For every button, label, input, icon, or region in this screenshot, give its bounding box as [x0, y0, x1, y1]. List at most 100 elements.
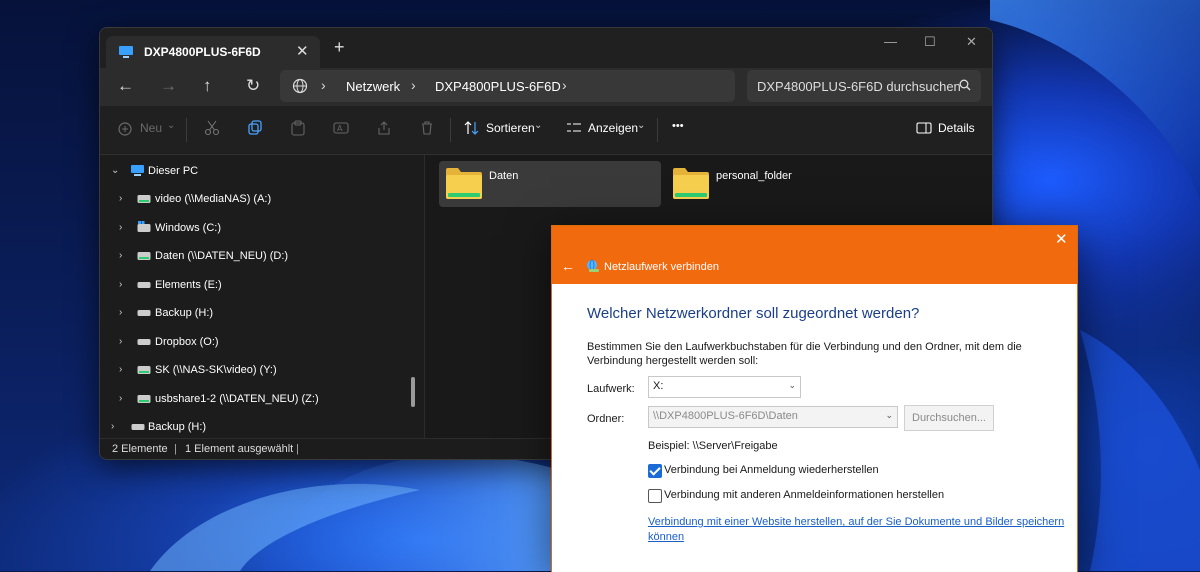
chevron-down-icon[interactable]: ⌄	[111, 165, 119, 176]
tree-label: Backup (H:)	[148, 421, 207, 433]
new-chevron-icon: ⌄	[167, 120, 176, 131]
cut-icon[interactable]	[204, 120, 220, 139]
breadcrumb-dxp4800plus[interactable]: DXP4800PLUS-6F6D	[435, 79, 561, 94]
forward-button[interactable]: →	[160, 76, 177, 96]
drive-select[interactable]: X: ⌄	[648, 376, 801, 398]
back-button[interactable]: ←	[117, 76, 134, 96]
details-pane-icon	[916, 120, 932, 139]
search-placeholder: DXP4800PLUS-6F6D durchsuchen	[757, 79, 961, 94]
tree-label: Daten (\\DATEN_NEU) (D:)	[155, 250, 289, 262]
tree-item-drive[interactable]: › SK (\\NAS-SK\video) (Y:)	[119, 361, 409, 381]
tree-item-drive[interactable]: › Daten (\\DATEN_NEU) (D:)	[119, 247, 409, 267]
details-button[interactable]: Details	[938, 121, 975, 135]
network-drive-icon	[137, 194, 151, 207]
sort-icon	[464, 120, 480, 139]
chevron-right-icon[interactable]: ›	[119, 364, 122, 375]
sort-button[interactable]: Sortieren	[486, 121, 535, 135]
folder-name: personal_folder	[716, 170, 792, 182]
navigation-pane: ⌄ Dieser PC › video (\\MediaNAS) (A:) › …	[100, 155, 423, 438]
chevron-right-icon[interactable]: ›	[119, 193, 122, 204]
network-globe-icon	[292, 78, 308, 97]
more-options-button[interactable]: •••	[672, 120, 684, 132]
new-button[interactable]: Neu	[140, 121, 162, 135]
browse-button[interactable]: Durchsuchen...	[904, 405, 994, 431]
folder-item-personal-folder[interactable]: personal_folder	[666, 161, 888, 207]
tree-label: usbshare1-2 (\\DATEN_NEU) (Z:)	[155, 393, 319, 405]
map-network-drive-dialog: ✕ ← Netzlaufwerk verbinden Welcher Netzw…	[551, 225, 1078, 572]
up-button[interactable]: ↑	[203, 76, 212, 96]
status-divider: |	[296, 443, 299, 455]
tree-item-drive[interactable]: › Backup (H:)	[119, 304, 409, 324]
dialog-title: Netzlaufwerk verbinden	[604, 261, 719, 273]
chevron-right-icon[interactable]: ›	[119, 307, 122, 318]
drive-label: Laufwerk:	[587, 383, 635, 395]
tree-item-backup-h[interactable]: › Backup (H:)	[111, 418, 401, 438]
tree-item-drive[interactable]: › Dropbox (O:)	[119, 333, 409, 353]
chevron-down-icon: ⌄	[885, 410, 893, 420]
other-credentials-checkbox[interactable]	[648, 489, 662, 503]
folder-combo[interactable]: \\DXP4800PLUS-6F6D\Daten ⌄	[648, 406, 898, 428]
dialog-title-bar: ✕ ← Netzlaufwerk verbinden	[552, 226, 1077, 284]
dialog-back-icon[interactable]: ←	[561, 258, 575, 274]
refresh-button[interactable]: ↻	[246, 76, 260, 96]
reconnect-label[interactable]: Verbindung bei Anmeldung wiederherstelle…	[664, 464, 879, 476]
tab-title: DXP4800PLUS-6F6D	[144, 45, 261, 59]
folder-combo-value: \\DXP4800PLUS-6F6D\Daten	[653, 410, 798, 422]
website-connect-link[interactable]: Verbindung mit einer Website herstellen,…	[648, 515, 1068, 545]
toolbar-divider	[186, 118, 187, 142]
sidebar-scrollbar-thumb[interactable]	[411, 377, 415, 407]
share-icon[interactable]	[376, 120, 392, 139]
tab-close-icon[interactable]: ✕	[296, 42, 309, 60]
chevron-right-icon[interactable]: ›	[119, 336, 122, 347]
chevron-down-icon: ⌄	[788, 380, 796, 390]
tree-label: Backup (H:)	[155, 307, 214, 319]
network-drive-icon	[137, 365, 151, 378]
chevron-right-icon[interactable]: ›	[119, 222, 122, 233]
tree-label: video (\\MediaNAS) (A:)	[155, 193, 272, 205]
folder-item-daten[interactable]: Daten	[439, 161, 661, 207]
maximize-button[interactable]: ☐	[924, 34, 936, 50]
paste-icon[interactable]	[290, 120, 306, 139]
tree-item-drive[interactable]: › video (\\MediaNAS) (A:)	[119, 190, 409, 210]
new-tab-button[interactable]: +	[334, 38, 345, 56]
sort-chevron-icon: ⌄	[534, 120, 543, 131]
network-drive-icon	[585, 259, 600, 276]
copy-icon[interactable]	[247, 120, 263, 139]
breadcrumb-separator-icon[interactable]: ›	[411, 77, 416, 93]
tree-label: Windows (C:)	[155, 222, 222, 234]
tree-item-dieser-pc[interactable]: ⌄ Dieser PC	[111, 162, 411, 182]
tree-item-drive[interactable]: › Windows (C:)	[119, 219, 409, 239]
folder-icon	[672, 166, 710, 203]
close-window-button[interactable]: ✕	[966, 34, 977, 50]
chevron-right-icon[interactable]: ›	[119, 279, 122, 290]
dialog-close-icon[interactable]: ✕	[1055, 230, 1068, 248]
address-bar[interactable]: › Netzwerk › DXP4800PLUS-6F6D ›	[280, 70, 735, 102]
breadcrumb-separator-icon[interactable]: ›	[321, 77, 326, 93]
view-chevron-icon: ⌄	[637, 120, 646, 131]
chevron-right-icon[interactable]: ›	[119, 393, 122, 404]
navigation-bar: ← → ↑ ↻ › Netzwerk › DXP4800PLUS-6F6D › …	[100, 68, 992, 106]
tree-item-drive[interactable]: › Elements (E:)	[119, 276, 409, 296]
reconnect-checkbox[interactable]	[648, 464, 662, 478]
chevron-right-icon[interactable]: ›	[119, 250, 122, 261]
network-drive-icon	[137, 394, 151, 407]
folder-icon	[445, 166, 483, 203]
chevron-right-icon[interactable]: ›	[111, 421, 114, 432]
search-box[interactable]: DXP4800PLUS-6F6D durchsuchen	[747, 70, 981, 102]
tree-item-drive[interactable]: › usbshare1-2 (\\DATEN_NEU) (Z:)	[119, 390, 409, 410]
minimize-button[interactable]: —	[884, 34, 897, 49]
drive-select-value: X:	[653, 380, 664, 392]
status-divider: |	[174, 443, 177, 455]
other-credentials-label[interactable]: Verbindung mit anderen Anmeldeinformatio…	[664, 489, 944, 501]
status-selected: 1 Element ausgewählt	[185, 443, 294, 455]
breadcrumb-netzwerk[interactable]: Netzwerk	[346, 79, 400, 94]
delete-icon[interactable]	[419, 120, 435, 139]
view-icon	[566, 120, 582, 139]
windows-drive-icon	[137, 221, 151, 236]
tab-dxp4800plus[interactable]: DXP4800PLUS-6F6D ✕	[106, 36, 320, 68]
folder-label: Ordner:	[587, 413, 625, 425]
breadcrumb-separator-icon[interactable]: ›	[562, 77, 567, 93]
view-button[interactable]: Anzeigen	[588, 121, 638, 135]
rename-icon[interactable]: A	[333, 120, 349, 139]
computer-icon	[130, 165, 145, 180]
